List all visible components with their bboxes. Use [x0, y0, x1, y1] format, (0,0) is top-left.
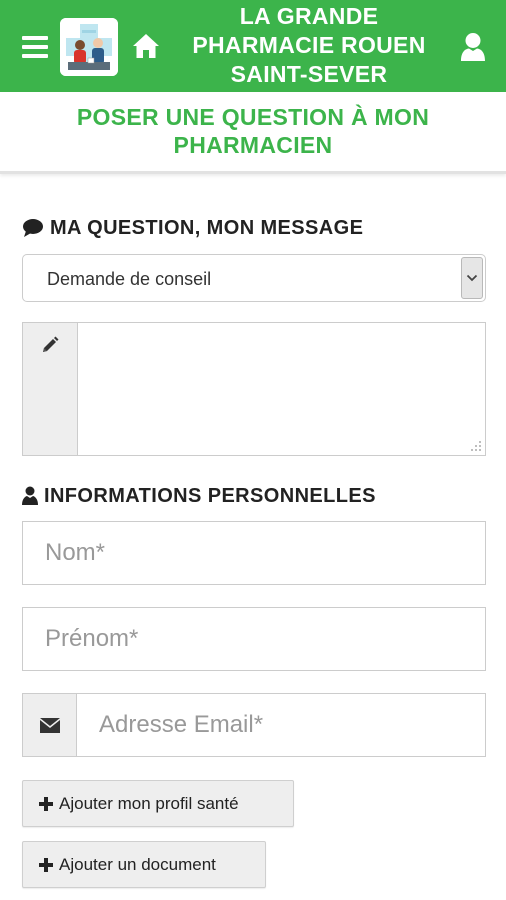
plus-icon — [39, 857, 53, 872]
email-addon — [22, 693, 77, 757]
hamburger-icon[interactable] — [22, 36, 48, 58]
home-icon[interactable] — [131, 32, 161, 60]
app-title: LA GRANDE PHARMACIE ROUEN SAINT-SEVER — [192, 3, 426, 87]
page-header: POSER UNE QUESTION À MON PHARMACIEN — [0, 92, 506, 174]
question-type-select[interactable]: Demande de conseil — [22, 254, 486, 302]
message-field-group — [22, 322, 486, 456]
add-document-label: Ajouter un document — [59, 854, 216, 874]
last-name-input[interactable] — [22, 521, 486, 585]
message-addon — [23, 323, 78, 455]
chevron-down-icon[interactable] — [461, 257, 483, 299]
question-section-label: MA QUESTION, MON MESSAGE — [50, 216, 364, 239]
page-title: POSER UNE QUESTION À MON PHARMACIEN — [76, 104, 430, 158]
add-health-profile-button[interactable]: Ajouter mon profil santé — [22, 780, 294, 827]
first-name-input[interactable] — [22, 607, 486, 671]
question-section-title: MA QUESTION, MON MESSAGE — [22, 216, 363, 240]
email-input[interactable] — [76, 693, 486, 757]
resize-grip-icon[interactable] — [470, 440, 482, 452]
envelope-icon — [39, 717, 60, 733]
pharmacy-logo[interactable] — [60, 18, 118, 76]
pencil-icon — [43, 336, 59, 352]
add-document-button[interactable]: Ajouter un document — [22, 841, 266, 888]
plus-icon — [39, 796, 53, 811]
personal-section-label: INFORMATIONS PERSONNELLES — [44, 484, 376, 507]
question-type-value: Demande de conseil — [47, 269, 212, 289]
person-icon — [22, 486, 38, 506]
app-header: LA GRANDE PHARMACIE ROUEN SAINT-SEVER — [0, 0, 506, 92]
comment-icon — [22, 218, 44, 238]
personal-section-title: INFORMATIONS PERSONNELLES — [22, 484, 376, 508]
user-icon[interactable] — [460, 32, 486, 62]
message-textarea[interactable] — [79, 323, 485, 455]
add-health-profile-label: Ajouter mon profil santé — [59, 793, 239, 813]
